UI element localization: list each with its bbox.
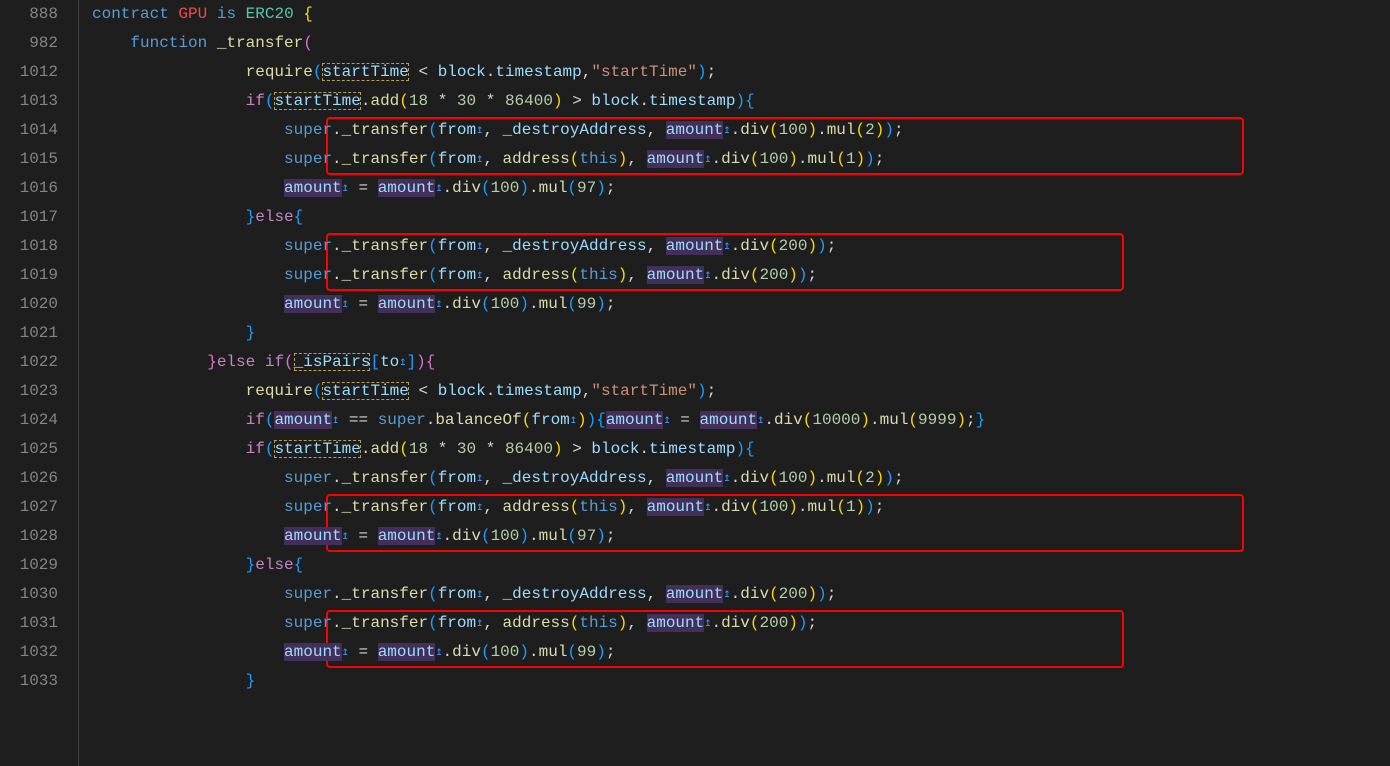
code-line[interactable]: amount↥ = amount↥.div(100).mul(99);: [92, 290, 1390, 319]
line-number: 888: [0, 0, 58, 29]
arrow-icon: ↥: [476, 587, 483, 601]
code-line[interactable]: super._transfer(from↥, _destroyAddress, …: [92, 464, 1390, 493]
line-number: 1015: [0, 145, 58, 174]
code-line[interactable]: super._transfer(from↥, _destroyAddress, …: [92, 232, 1390, 261]
line-number: 1029: [0, 551, 58, 580]
code-line[interactable]: require(startTime < block.timestamp,"sta…: [92, 58, 1390, 87]
arrow-icon: ↥: [476, 616, 483, 630]
arrow-icon: ↥: [757, 413, 764, 427]
line-number: 1025: [0, 435, 58, 464]
arrow-icon: ↥: [342, 297, 349, 311]
arrow-icon: ↥: [435, 645, 442, 659]
arrow-icon: ↥: [476, 239, 483, 253]
arrow-icon: ↥: [399, 355, 406, 369]
code-line[interactable]: super._transfer(from↥, _destroyAddress, …: [92, 116, 1390, 145]
fold-column: [72, 0, 92, 766]
arrow-icon: ↥: [476, 123, 483, 137]
arrow-icon: ↥: [476, 268, 483, 282]
code-line[interactable]: }else{: [92, 551, 1390, 580]
line-number: 1016: [0, 174, 58, 203]
line-number: 1019: [0, 261, 58, 290]
arrow-icon: ↥: [663, 413, 670, 427]
line-number: 1027: [0, 493, 58, 522]
arrow-icon: ↥: [723, 471, 730, 485]
arrow-icon: ↥: [435, 297, 442, 311]
code-line[interactable]: amount↥ = amount↥.div(100).mul(97);: [92, 174, 1390, 203]
line-number-gutter: 888 982 1012 1013 1014 1015 1016 1017 10…: [0, 0, 72, 766]
code-line[interactable]: amount↥ = amount↥.div(100).mul(99);: [92, 638, 1390, 667]
line-number: 1022: [0, 348, 58, 377]
arrow-icon: ↥: [342, 645, 349, 659]
code-line[interactable]: super._transfer(from↥, _destroyAddress, …: [92, 580, 1390, 609]
line-number: 1024: [0, 406, 58, 435]
line-number: 1012: [0, 58, 58, 87]
code-area[interactable]: contract GPU is ERC20 { function _transf…: [92, 0, 1390, 766]
line-number: 1020: [0, 290, 58, 319]
arrow-icon: ↥: [342, 529, 349, 543]
arrow-icon: ↥: [723, 239, 730, 253]
arrow-icon: ↥: [704, 268, 711, 282]
code-line[interactable]: amount↥ = amount↥.div(100).mul(97);: [92, 522, 1390, 551]
arrow-icon: ↥: [570, 413, 577, 427]
line-number: 1023: [0, 377, 58, 406]
code-line[interactable]: function _transfer(: [92, 29, 1390, 58]
arrow-icon: ↥: [723, 587, 730, 601]
code-line[interactable]: }: [92, 319, 1390, 348]
line-number: 1018: [0, 232, 58, 261]
line-number: 982: [0, 29, 58, 58]
code-line[interactable]: if(startTime.add(18 * 30 * 86400) > bloc…: [92, 435, 1390, 464]
arrow-icon: ↥: [476, 471, 483, 485]
line-number: 1033: [0, 667, 58, 696]
code-line[interactable]: if(startTime.add(18 * 30 * 86400) > bloc…: [92, 87, 1390, 116]
arrow-icon: ↥: [435, 529, 442, 543]
code-line[interactable]: super._transfer(from↥, address(this), am…: [92, 145, 1390, 174]
code-line[interactable]: }: [92, 667, 1390, 696]
arrow-icon: ↥: [332, 413, 339, 427]
line-number: 1013: [0, 87, 58, 116]
arrow-icon: ↥: [704, 500, 711, 514]
arrow-icon: ↥: [476, 152, 483, 166]
code-line[interactable]: contract GPU is ERC20 {: [92, 0, 1390, 29]
line-number: 1026: [0, 464, 58, 493]
line-number: 1031: [0, 609, 58, 638]
line-number: 1021: [0, 319, 58, 348]
arrow-icon: ↥: [435, 181, 442, 195]
line-number: 1032: [0, 638, 58, 667]
code-line[interactable]: super._transfer(from↥, address(this), am…: [92, 261, 1390, 290]
code-line[interactable]: }else if(_isPairs[to↥]){: [92, 348, 1390, 377]
line-number: 1028: [0, 522, 58, 551]
arrow-icon: ↥: [704, 152, 711, 166]
arrow-icon: ↥: [476, 500, 483, 514]
code-line[interactable]: super._transfer(from↥, address(this), am…: [92, 493, 1390, 522]
arrow-icon: ↥: [723, 123, 730, 137]
line-number: 1017: [0, 203, 58, 232]
code-line[interactable]: if(amount↥ == super.balanceOf(from↥)){am…: [92, 406, 1390, 435]
code-editor[interactable]: 888 982 1012 1013 1014 1015 1016 1017 10…: [0, 0, 1390, 766]
code-line[interactable]: super._transfer(from↥, address(this), am…: [92, 609, 1390, 638]
line-number: 1030: [0, 580, 58, 609]
code-line[interactable]: require(startTime < block.timestamp,"sta…: [92, 377, 1390, 406]
line-number: 1014: [0, 116, 58, 145]
arrow-icon: ↥: [342, 181, 349, 195]
arrow-icon: ↥: [704, 616, 711, 630]
code-line[interactable]: }else{: [92, 203, 1390, 232]
